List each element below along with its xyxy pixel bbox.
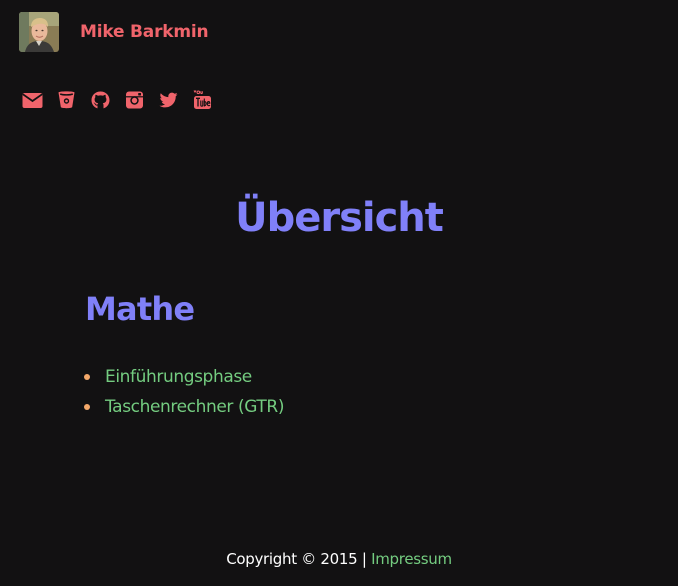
github-link[interactable] bbox=[90, 90, 111, 110]
copyright-text: Copyright © 2015 bbox=[226, 550, 358, 568]
bullet-dot bbox=[84, 404, 90, 410]
email-link[interactable] bbox=[22, 90, 43, 110]
page-title: Übersicht bbox=[235, 195, 444, 241]
social-links bbox=[22, 90, 226, 110]
link-taschenrechner-gtr[interactable]: Taschenrechner (GTR) bbox=[105, 397, 284, 417]
link-einfuehrungsphase[interactable]: Einführungsphase bbox=[105, 367, 252, 387]
envelope-icon bbox=[22, 93, 43, 108]
avatar-photo-icon bbox=[19, 12, 59, 52]
site-footer: Copyright © 2015 | Impressum bbox=[0, 547, 678, 571]
twitter-link[interactable] bbox=[158, 90, 179, 110]
footer-separator: | bbox=[361, 550, 367, 568]
site-name-link[interactable]: Mike Barkmin bbox=[80, 22, 209, 42]
impressum-link[interactable]: Impressum bbox=[371, 550, 452, 568]
youtube-icon bbox=[193, 90, 211, 109]
avatar[interactable] bbox=[19, 12, 59, 52]
instagram-icon bbox=[126, 91, 143, 109]
list-item: Taschenrechner (GTR) bbox=[84, 395, 284, 425]
mathe-link-list: Einführungsphase Taschenrechner (GTR) bbox=[84, 365, 284, 425]
list-item: Einführungsphase bbox=[84, 365, 284, 395]
page: Mike Barkmin Übersicht Mathe Einführungs… bbox=[0, 0, 678, 586]
youtube-link[interactable] bbox=[192, 90, 213, 110]
twitter-icon bbox=[159, 92, 178, 108]
instagram-link[interactable] bbox=[124, 90, 145, 110]
site-header: Mike Barkmin bbox=[19, 12, 209, 52]
bitbucket-icon bbox=[58, 91, 75, 109]
bullet-dot bbox=[84, 374, 90, 380]
github-icon bbox=[91, 91, 110, 109]
section-title-mathe: Mathe bbox=[85, 290, 195, 328]
bitbucket-link[interactable] bbox=[56, 90, 77, 110]
